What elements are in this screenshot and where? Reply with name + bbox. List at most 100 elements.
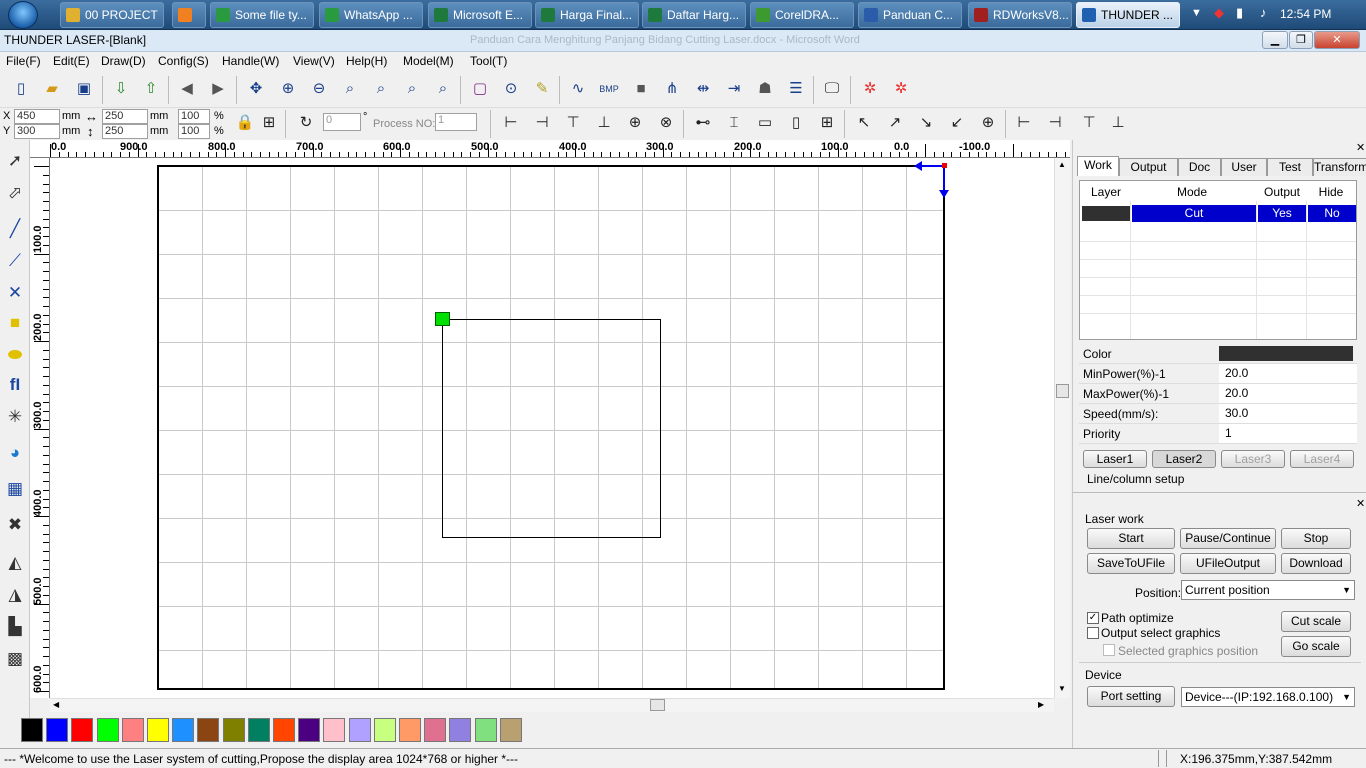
- color-swatch[interactable]: [499, 718, 522, 742]
- color-swatch[interactable]: [298, 718, 321, 742]
- minimize-button[interactable]: ▁: [1262, 31, 1288, 49]
- vertical-scroll-thumb[interactable]: [1056, 384, 1069, 398]
- node-select-icon[interactable]: ⬀: [3, 180, 27, 206]
- save-icon[interactable]: ▣: [72, 77, 96, 101]
- ellipse-tool-icon[interactable]: ⬬: [3, 342, 27, 368]
- tab-user[interactable]: User: [1221, 158, 1267, 176]
- color-swatch[interactable]: [96, 718, 119, 742]
- tab-doc[interactable]: Doc: [1178, 158, 1221, 176]
- to-top-right-icon[interactable]: ↗: [883, 111, 907, 135]
- taskbar-item-5[interactable]: Harga Final...: [535, 2, 639, 28]
- laser3-button[interactable]: Laser3: [1221, 450, 1285, 468]
- close-button[interactable]: ✕: [1314, 31, 1360, 49]
- tree-icon[interactable]: ⋔: [660, 77, 684, 101]
- taskbar-item-0[interactable]: 00 PROJECT: [60, 2, 164, 28]
- go-scale-button[interactable]: Go scale: [1281, 636, 1351, 657]
- menu-file[interactable]: File(F): [6, 54, 41, 68]
- color-swatch[interactable]: [348, 718, 371, 742]
- align-vcenter-icon[interactable]: ⊗: [654, 111, 678, 135]
- property-value[interactable]: 20.0: [1219, 384, 1357, 403]
- color-swatch[interactable]: [273, 718, 295, 742]
- layout-icon[interactable]: ▙: [3, 614, 27, 640]
- x-position-field[interactable]: 450: [14, 109, 60, 124]
- horizontal-scrollbar[interactable]: ◀ ▶: [50, 698, 1054, 712]
- zoom-page-icon[interactable]: ⌕: [338, 77, 362, 101]
- layer-row[interactable]: Cut Yes No: [1080, 205, 1356, 223]
- align-top-icon[interactable]: ⊤: [561, 111, 585, 135]
- taskbar-item-2[interactable]: Some file ty...: [210, 2, 314, 28]
- smooth-icon[interactable]: ✎: [530, 77, 554, 101]
- color-swatch[interactable]: [399, 718, 421, 742]
- download-button[interactable]: Download: [1281, 553, 1351, 574]
- text-tool-icon[interactable]: fI: [3, 372, 27, 398]
- rotate-icon[interactable]: ↻: [294, 111, 318, 135]
- mirror-horizontal-icon[interactable]: ◭: [3, 550, 27, 576]
- select-arrow-icon[interactable]: ➚: [3, 148, 27, 174]
- color-swatch[interactable]: [172, 718, 195, 742]
- to-top-left-icon[interactable]: ↖: [852, 111, 876, 135]
- equal-height-icon[interactable]: ⌶: [722, 111, 746, 135]
- equal-width-icon[interactable]: ⊷: [691, 111, 715, 135]
- layer-hide-cell[interactable]: No: [1308, 205, 1356, 222]
- color-swatch[interactable]: [147, 718, 169, 742]
- redo-icon[interactable]: ▶: [206, 77, 230, 101]
- save-to-ufile-button[interactable]: SaveToUFile: [1087, 553, 1175, 574]
- laser-head-icon[interactable]: ☗: [753, 77, 777, 101]
- scale-y-field[interactable]: 100: [178, 124, 210, 139]
- laser4-button[interactable]: Laser4: [1290, 450, 1354, 468]
- layer-output-cell[interactable]: Yes: [1258, 205, 1306, 222]
- output-select-checkbox[interactable]: [1087, 627, 1099, 639]
- show-hidden-icons-icon[interactable]: ▼: [1191, 7, 1202, 19]
- pause-continue-button[interactable]: Pause/Continue: [1180, 528, 1276, 549]
- node-edit-icon[interactable]: ⊙: [499, 77, 523, 101]
- color-swatch[interactable]: [197, 718, 220, 742]
- property-value[interactable]: [1219, 346, 1353, 361]
- same-width-icon[interactable]: ▭: [753, 111, 777, 135]
- align-hcenter-icon[interactable]: ⊕: [623, 111, 647, 135]
- laser-panel-close-icon[interactable]: ✕: [1356, 497, 1365, 510]
- mirror-vertical-icon[interactable]: ◮: [3, 582, 27, 608]
- array-icon[interactable]: ✲: [858, 77, 882, 101]
- tab-test[interactable]: Test: [1267, 158, 1313, 176]
- selected-position-checkbox[interactable]: [1103, 644, 1115, 656]
- vertical-scrollbar[interactable]: ▲ ▼: [1054, 158, 1070, 698]
- bitmap-icon[interactable]: BMP: [597, 77, 621, 101]
- taskbar-item-10[interactable]: THUNDER ...: [1076, 2, 1180, 28]
- lock-ratio-icon[interactable]: 🔒: [233, 111, 257, 135]
- start-button[interactable]: Start: [1087, 528, 1175, 549]
- delete-icon[interactable]: ✖: [3, 512, 27, 538]
- zoom-select-icon[interactable]: ⌕: [400, 77, 424, 101]
- stop-button[interactable]: Stop: [1281, 528, 1351, 549]
- to-center-icon[interactable]: ⊕: [976, 111, 1000, 135]
- line-icon[interactable]: ╱: [3, 216, 27, 242]
- align-right-icon[interactable]: ⇥: [722, 77, 746, 101]
- taskbar-item-9[interactable]: RDWorksV8...: [968, 2, 1072, 28]
- taskbar-item-8[interactable]: Panduan C...: [858, 2, 962, 28]
- to-bottom-right-icon[interactable]: ↘: [914, 111, 938, 135]
- start-button[interactable]: [2, 0, 50, 30]
- color-swatch[interactable]: [373, 718, 396, 742]
- list-icon[interactable]: ☰: [784, 77, 808, 101]
- color-swatch[interactable]: [21, 718, 43, 742]
- point-tool-icon[interactable]: ✳: [3, 404, 27, 430]
- taskbar-item-1[interactable]: [172, 2, 206, 28]
- left-edge-icon[interactable]: ⊢: [1012, 111, 1036, 135]
- align-right-icon[interactable]: ⊣: [530, 111, 554, 135]
- color-swatch[interactable]: [121, 718, 144, 742]
- color-swatch[interactable]: [323, 718, 346, 742]
- tab-work[interactable]: Work: [1077, 156, 1119, 176]
- menu-handle[interactable]: Handle(W): [222, 54, 279, 68]
- bottom-edge-icon[interactable]: ⊥: [1106, 111, 1130, 135]
- color-swatch[interactable]: [247, 718, 270, 742]
- height-field[interactable]: 250: [102, 124, 148, 139]
- align-left-icon[interactable]: ⊢: [499, 111, 523, 135]
- same-height-icon[interactable]: ▯: [784, 111, 808, 135]
- drawing-canvas[interactable]: [50, 158, 1054, 698]
- port-setting-button[interactable]: Port setting: [1087, 686, 1175, 707]
- color-swatch[interactable]: [424, 718, 447, 742]
- position-grid-icon[interactable]: ⊞: [257, 111, 281, 135]
- undo-icon[interactable]: ◀: [175, 77, 199, 101]
- clock[interactable]: 12:54 PM: [1280, 7, 1360, 21]
- zoom-data-icon[interactable]: ⌕: [369, 77, 393, 101]
- curve-tool-icon[interactable]: ✕: [3, 280, 27, 306]
